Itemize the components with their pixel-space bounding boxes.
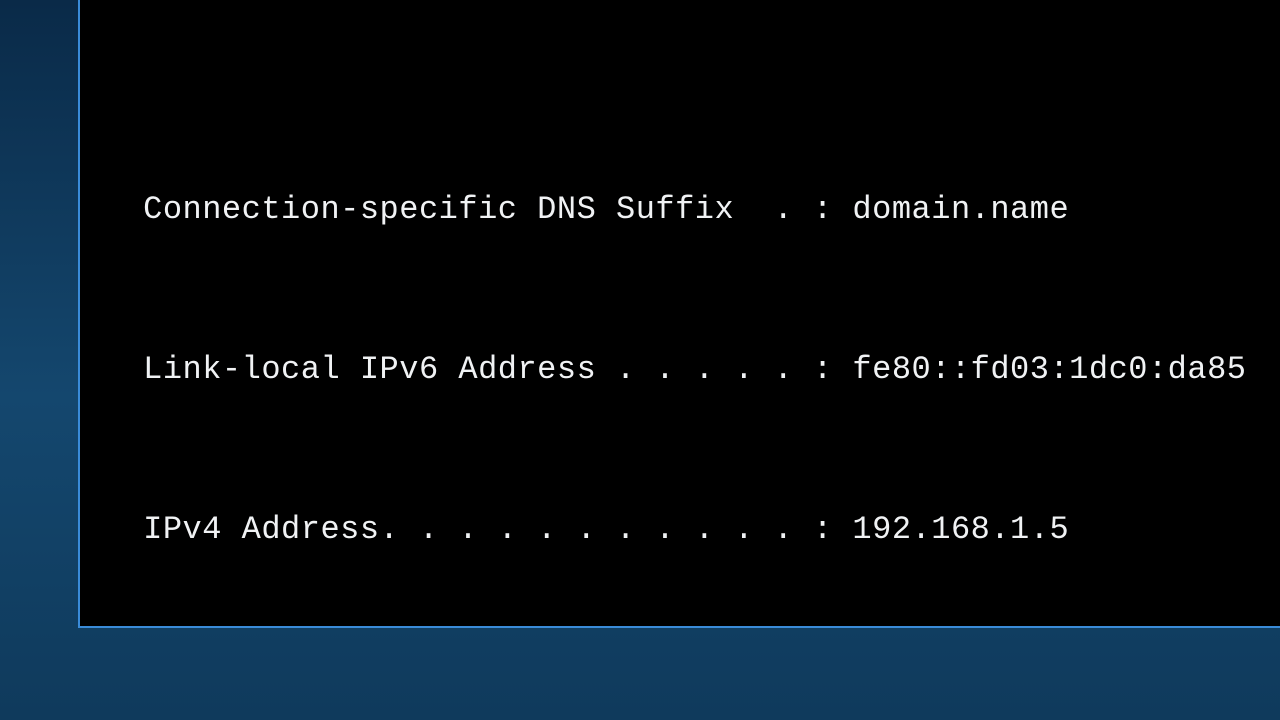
value: 192.168.1.5	[852, 510, 1069, 550]
command-prompt-window[interactable]: Connection-specific DNS Suffix . : domai…	[78, 0, 1280, 628]
output-line-ipv6: Link-local IPv6 Address . . . . . : fe80…	[84, 350, 1280, 390]
label: Connection-specific DNS Suffix . :	[84, 190, 852, 230]
terminal-content[interactable]: Connection-specific DNS Suffix . : domai…	[80, 70, 1280, 628]
label: Link-local IPv6 Address . . . . . :	[84, 350, 852, 390]
value: domain.name	[852, 190, 1069, 230]
value: fe80::fd03:1dc0:da85	[852, 350, 1246, 390]
label: IPv4 Address. . . . . . . . . . . :	[84, 510, 852, 550]
output-line-dns-suffix: Connection-specific DNS Suffix . : domai…	[84, 190, 1280, 230]
output-line-ipv4: IPv4 Address. . . . . . . . . . . : 192.…	[84, 510, 1280, 550]
